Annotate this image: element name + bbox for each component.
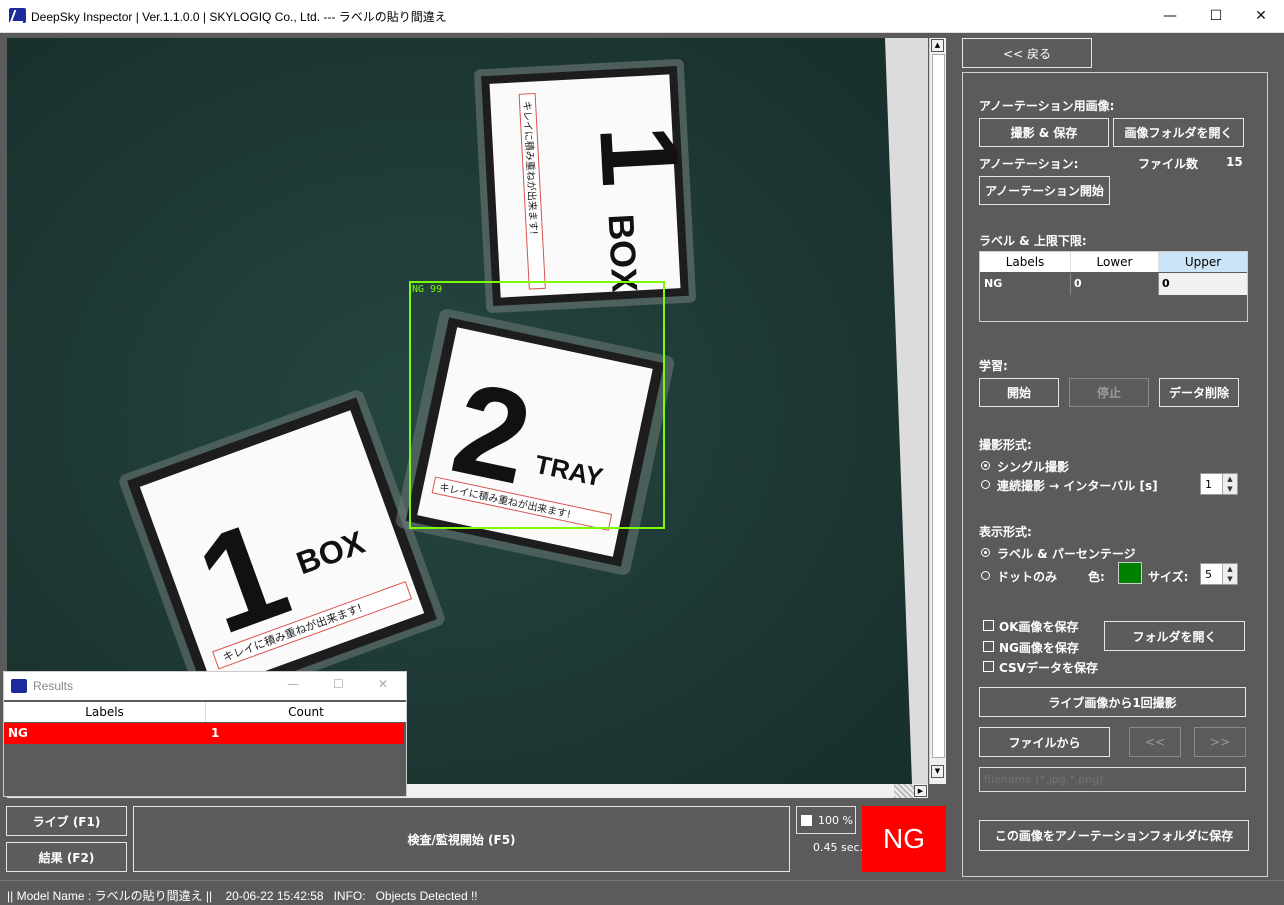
maximize-button[interactable]: ☐ [1193, 0, 1239, 32]
limits-header: Labels Lower Upper [980, 252, 1247, 272]
scroll-up-icon[interactable]: ▲ [931, 39, 944, 52]
status-text: || Model Name : ラベルの貼り間違え || 20-06-22 15… [7, 889, 478, 903]
table-row[interactable]: NG 0 0 [980, 273, 1247, 295]
stepper-up-icon[interactable]: ▲ [1223, 474, 1237, 484]
results-title-bar: Results — ☐ ✕ [4, 672, 406, 700]
app-logo-icon [9, 8, 26, 23]
inspect-start-button[interactable]: 検査/監視開始 (F5) [133, 806, 790, 872]
interval-stepper[interactable]: 1 ▲ ▼ [1200, 473, 1238, 495]
limits-col-upper: Upper [1159, 252, 1247, 272]
live-button[interactable]: ライブ (F1) [6, 806, 127, 836]
file-count-value: 15 [1226, 155, 1243, 169]
results-row-label: NG [8, 726, 28, 740]
scroll-grip [894, 784, 914, 798]
inference-time: 0.45 sec. [813, 841, 864, 854]
results-col-count: Count [288, 705, 324, 719]
prev-image-button[interactable]: << [1129, 727, 1181, 757]
zoom-box[interactable]: 100 % [796, 806, 856, 834]
save-csv-label: CSVデータを保存 [999, 661, 1098, 675]
results-header: Labels Count [4, 702, 406, 722]
continuous-capture-radio[interactable] [981, 480, 990, 489]
results-window[interactable]: Results — ☐ ✕ Labels Count NG 1 [3, 671, 407, 797]
results-logo-icon [11, 679, 27, 693]
save-ng-label: NG画像を保存 [999, 641, 1079, 655]
back-button[interactable]: << 戻る [962, 38, 1092, 68]
stepper-down-icon[interactable]: ▼ [1223, 574, 1237, 584]
annotation-images-heading: アノーテーション用画像: [979, 99, 1115, 113]
vertical-scroll-thumb[interactable] [932, 54, 945, 758]
verdict-indicator: NG [862, 806, 946, 872]
stepper-down-icon[interactable]: ▼ [1223, 484, 1237, 494]
size-value: 5 [1205, 568, 1212, 581]
filename-input[interactable] [979, 767, 1246, 792]
save-ok-checkbox[interactable] [983, 620, 994, 631]
close-button[interactable]: ✕ [1238, 0, 1284, 32]
status-bar: || Model Name : ラベルの貼り間違え || 20-06-22 15… [0, 880, 1284, 905]
limits-row-label: NG [980, 273, 1071, 295]
window-title: DeepSky Inspector | Ver.1.1.0.0 | SKYLOG… [31, 10, 447, 24]
table-row[interactable]: NG 1 [4, 723, 404, 744]
dot-only-label: ドットのみ [997, 570, 1058, 584]
limits-table[interactable]: Labels Lower Upper NG 0 0 [979, 251, 1248, 322]
dot-only-radio[interactable] [981, 571, 990, 580]
save-ok-label: OK画像を保存 [999, 620, 1079, 634]
single-capture-radio[interactable] [981, 461, 990, 470]
delete-data-button[interactable]: データ削除 [1159, 378, 1239, 407]
single-capture-label: シングル撮影 [997, 460, 1070, 474]
color-label: 色: [1088, 570, 1105, 584]
file-count-label: ファイル数 [1138, 157, 1199, 171]
detection-label: NG 99 [412, 284, 442, 295]
open-folder-button[interactable]: フォルダを開く [1104, 621, 1245, 651]
label-percent-label: ラベル & パーセンテージ [997, 547, 1136, 561]
display-mode-heading: 表示形式: [979, 525, 1032, 539]
scroll-right-icon[interactable]: ▶ [914, 785, 927, 797]
cube1-number: 1 [576, 122, 702, 190]
annotation-start-button[interactable]: アノーテーション開始 [979, 176, 1110, 205]
zoom-checkbox[interactable] [801, 815, 812, 826]
size-label: サイズ: [1148, 570, 1189, 584]
save-to-annotation-folder-button[interactable]: この画像をアノーテーションフォルダに保存 [979, 820, 1249, 851]
minimize-button[interactable]: — [1147, 0, 1193, 32]
stepper-up-icon[interactable]: ▲ [1223, 564, 1237, 574]
learning-heading: 学習: [979, 359, 1008, 373]
save-ng-checkbox[interactable] [983, 641, 994, 652]
results-close-icon[interactable]: ✕ [378, 677, 388, 691]
results-minimize-icon[interactable]: — [287, 677, 299, 691]
results-maximize-icon[interactable]: ☐ [333, 677, 344, 691]
size-stepper[interactable]: 5 ▲ ▼ [1200, 563, 1238, 585]
limits-col-labels: Labels [980, 252, 1071, 272]
label-percent-radio[interactable] [981, 548, 990, 557]
zoom-label: 100 % [818, 814, 853, 827]
product-cube-1: 1 BOX キレイに積み重ねが出来ます! [474, 58, 702, 314]
limits-row-lower[interactable]: 0 [1071, 273, 1159, 295]
limits-row-upper[interactable]: 0 [1159, 273, 1247, 295]
continuous-capture-label: 連続撮影 → インターバル [s] [997, 479, 1158, 493]
limits-heading: ラベル & 上限下限: [979, 234, 1087, 248]
learning-stop-button[interactable]: 停止 [1069, 378, 1149, 407]
scroll-down-icon[interactable]: ▼ [931, 765, 944, 778]
annotation-label: アノーテーション: [979, 157, 1079, 171]
learning-start-button[interactable]: 開始 [979, 378, 1059, 407]
results-col-labels: Labels [4, 702, 206, 722]
result-button[interactable]: 結果 (F2) [6, 842, 127, 872]
open-image-folder-button[interactable]: 画像フォルダを開く [1113, 118, 1244, 147]
capture-mode-heading: 撮影形式: [979, 438, 1032, 452]
results-row-count: 1 [210, 726, 220, 740]
limits-col-lower: Lower [1071, 252, 1159, 272]
live-capture-button[interactable]: ライブ画像から1回撮影 [979, 687, 1246, 717]
dot-color-swatch[interactable] [1118, 562, 1142, 584]
results-title: Results [33, 679, 74, 693]
interval-value: 1 [1205, 478, 1212, 491]
save-csv-checkbox[interactable] [983, 661, 994, 672]
capture-save-button[interactable]: 撮影 & 保存 [979, 118, 1109, 147]
next-image-button[interactable]: >> [1194, 727, 1246, 757]
from-file-button[interactable]: ファイルから [979, 727, 1110, 757]
viewer-vertical-scrollbar[interactable]: ▲ ▼ [929, 38, 946, 784]
title-bar: DeepSky Inspector | Ver.1.1.0.0 | SKYLOG… [0, 0, 1284, 33]
